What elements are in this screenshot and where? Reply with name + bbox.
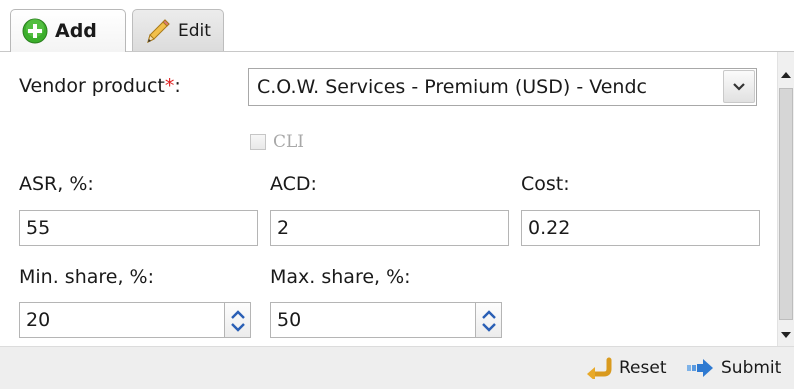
cost-label: Cost: <box>521 173 570 195</box>
vendor-product-label-colon: : <box>174 75 181 97</box>
tab-add[interactable]: Add <box>10 9 126 52</box>
tab-strip: Add Edit <box>0 0 794 52</box>
vendor-product-label-text: Vendor product <box>19 75 165 97</box>
asr-input[interactable] <box>19 210 258 246</box>
tab-edit-label: Edit <box>178 20 211 41</box>
cli-checkbox[interactable] <box>250 134 266 150</box>
tab-add-label: Add <box>55 20 97 42</box>
acd-label: ACD: <box>270 173 317 195</box>
vendor-product-select[interactable]: C.O.W. Services - Premium (USD) - Vendc <box>248 68 757 106</box>
reset-label: Reset <box>619 358 667 378</box>
min-share-input[interactable] <box>19 302 225 338</box>
scroll-down-arrow-icon[interactable] <box>778 326 794 344</box>
reset-arrow-icon <box>587 357 612 379</box>
vertical-scrollbar[interactable] <box>777 52 794 346</box>
acd-input[interactable] <box>270 210 509 246</box>
tab-edit[interactable]: Edit <box>132 9 224 51</box>
reset-button[interactable]: Reset <box>585 355 667 381</box>
required-asterisk: * <box>164 75 175 97</box>
scrollbar-thumb[interactable] <box>779 88 793 320</box>
chevron-down-icon <box>733 82 745 91</box>
cli-checkbox-row: CLI <box>250 132 304 152</box>
min-share-spinner[interactable] <box>225 302 251 338</box>
submit-arrow-icon <box>687 359 713 377</box>
spinner-arrows-icon <box>482 310 496 332</box>
form-panel: Vendor product*: C.O.W. Services - Premi… <box>0 52 794 346</box>
max-share-label: Max. share, %: <box>270 266 411 288</box>
plus-circle-icon <box>22 18 48 44</box>
form-footer: Reset Submit <box>0 346 794 389</box>
vendor-product-label: Vendor product*: <box>19 75 181 97</box>
vendor-product-select-value: C.O.W. Services - Premium (USD) - Vendc <box>257 76 647 98</box>
cli-label: CLI <box>273 132 305 152</box>
pencil-icon <box>147 18 170 43</box>
cost-input[interactable] <box>521 210 760 246</box>
asr-label: ASR, %: <box>19 173 94 195</box>
min-share-label: Min. share, %: <box>19 266 154 288</box>
vendor-product-dropdown-button[interactable] <box>723 70 755 103</box>
scroll-up-arrow-icon[interactable] <box>778 66 794 84</box>
max-share-spinner[interactable] <box>476 302 502 338</box>
submit-label: Submit <box>721 358 782 378</box>
max-share-input[interactable] <box>270 302 476 338</box>
submit-button[interactable]: Submit <box>685 355 781 381</box>
spinner-arrows-icon <box>231 310 245 332</box>
